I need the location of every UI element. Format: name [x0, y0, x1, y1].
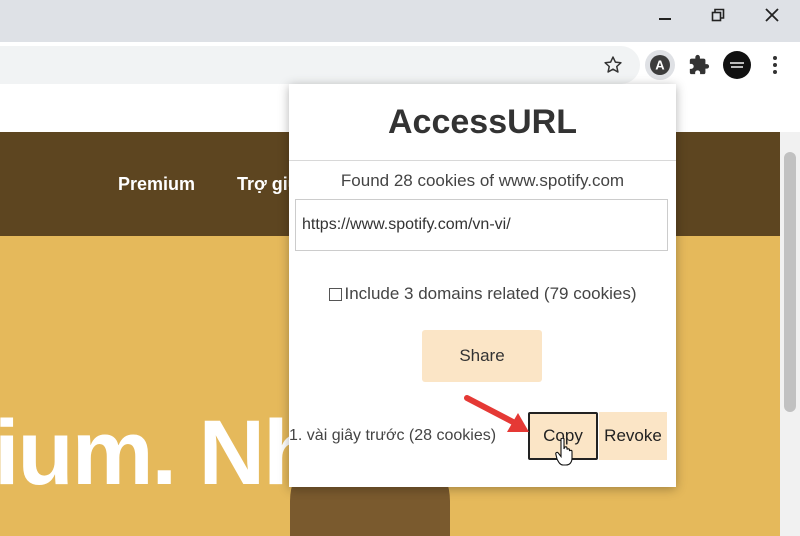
- restore-icon[interactable]: [703, 4, 733, 26]
- hero-heading: ium. Nh: [0, 402, 319, 504]
- share-button[interactable]: Share: [422, 330, 542, 382]
- revoke-button[interactable]: Revoke: [599, 412, 667, 460]
- accessurl-extension-icon[interactable]: A: [645, 50, 675, 80]
- include-domains-option[interactable]: Include 3 domains related (79 cookies): [289, 284, 676, 304]
- address-bar[interactable]: [0, 46, 640, 84]
- include-domains-label: Include 3 domains related (79 cookies): [344, 284, 637, 303]
- puzzle-icon[interactable]: [684, 50, 714, 80]
- close-icon[interactable]: [757, 4, 787, 26]
- annotation-arrow-icon: [464, 395, 529, 432]
- browser-titlebar: [0, 0, 800, 42]
- browser-toolbar: A: [0, 42, 800, 88]
- extension-letter: A: [655, 58, 665, 73]
- minimize-icon[interactable]: [650, 4, 680, 26]
- star-icon[interactable]: [598, 50, 628, 80]
- popup-header: AccessURL: [289, 84, 676, 161]
- mouse-cursor-icon: [555, 438, 573, 466]
- popup-title: AccessURL: [388, 102, 577, 141]
- nav-link-premium[interactable]: Premium: [118, 174, 195, 195]
- avatar[interactable]: [722, 50, 752, 80]
- url-input[interactable]: [295, 199, 668, 251]
- page-scrollbar[interactable]: [780, 132, 800, 536]
- kebab-menu-icon[interactable]: [760, 50, 790, 80]
- scrollbar-thumb[interactable]: [784, 152, 796, 412]
- cookie-count-text: Found 28 cookies of www.spotify.com: [340, 171, 625, 190]
- include-domains-checkbox[interactable]: [328, 287, 342, 301]
